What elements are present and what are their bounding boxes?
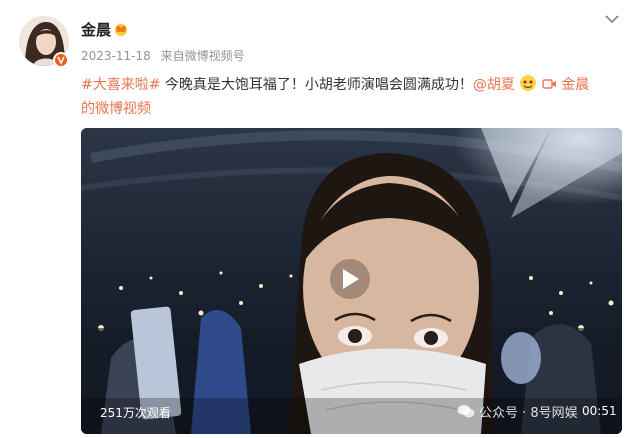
post-text: #大喜来啦# 今晚真是大饱耳福了！小胡老师演唱会圆满成功！@胡夏 金晨 的微博视…	[81, 73, 626, 121]
author-name[interactable]: 金晨	[81, 19, 111, 40]
watermark: 公众号 · 8号网娱	[457, 402, 578, 421]
video-link-name: 金晨	[561, 77, 590, 93]
more-chevron-icon[interactable]	[604, 13, 620, 25]
post-body: 今晚真是大饱耳福了！小胡老师演唱会圆满成功！	[160, 77, 473, 93]
crown-icon	[115, 24, 127, 36]
watermark-text: 公众号 · 8号网娱	[479, 406, 578, 421]
emoji-icon	[520, 75, 537, 91]
verified-badge-icon	[53, 52, 69, 68]
wechat-icon	[457, 405, 475, 418]
video-duration: 00:51	[582, 404, 617, 418]
post-meta: 2023-11-18 来自微博视频号	[81, 47, 251, 64]
video-link-icon	[542, 79, 556, 89]
post-date[interactable]: 2023-11-18	[81, 49, 151, 63]
play-icon	[343, 269, 359, 289]
mention-link[interactable]: @胡夏	[473, 77, 515, 93]
view-count: 251万次观看	[100, 406, 171, 420]
source-prefix: 来自	[160, 49, 185, 63]
video-player[interactable]	[81, 128, 622, 434]
play-button[interactable]	[330, 259, 370, 299]
post-source[interactable]: 微博视频号	[185, 49, 245, 63]
video-link-suffix: 的微博视频	[81, 101, 151, 117]
hashtag-link[interactable]: #大喜来啦#	[81, 77, 160, 93]
